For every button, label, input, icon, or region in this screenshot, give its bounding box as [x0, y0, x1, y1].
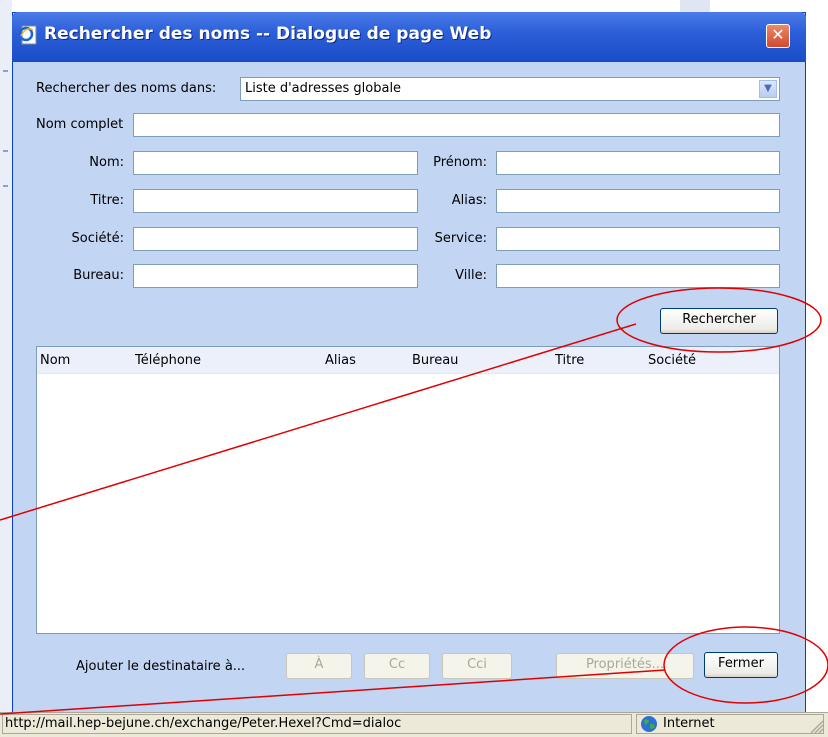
service-label: Service: — [434, 231, 487, 246]
status-url: http://mail.hep-bejune.ch/exchange/Peter… — [2, 714, 632, 734]
properties-button[interactable]: Propriétés... — [556, 653, 694, 679]
globe-icon — [641, 716, 657, 732]
close-button[interactable]: ✕ — [766, 24, 790, 48]
bcc-button[interactable]: Cci — [442, 653, 512, 679]
resize-grip-icon[interactable] — [806, 716, 824, 734]
search-scope-select[interactable]: Liste d'adresses globale ▼ — [240, 77, 780, 101]
fullname-label: Nom complet — [36, 117, 124, 132]
societe-label: Société: — [71, 231, 124, 246]
search-button[interactable]: Rechercher — [660, 308, 778, 334]
to-button[interactable]: À — [286, 653, 352, 679]
nom-input[interactable] — [133, 151, 418, 175]
status-zone-text: Internet — [663, 716, 715, 731]
societe-input[interactable] — [133, 227, 418, 251]
add-recipient-label: Ajouter le destinataire à... — [76, 659, 246, 674]
search-scope-label: Rechercher des noms dans: — [36, 81, 217, 96]
column-header-alias[interactable]: Alias — [325, 353, 356, 368]
ville-input[interactable] — [496, 264, 780, 288]
results-list[interactable] — [36, 346, 780, 634]
alias-input[interactable] — [496, 189, 780, 213]
column-header-societe[interactable]: Société — [648, 353, 696, 368]
fullname-input[interactable] — [133, 113, 780, 137]
ville-label: Ville: — [455, 268, 487, 283]
nom-label: Nom: — [89, 155, 124, 170]
service-input[interactable] — [496, 227, 780, 251]
bureau-label: Bureau: — [73, 268, 124, 283]
search-scope-value: Liste d'adresses globale — [245, 81, 402, 96]
column-header-nom[interactable]: Nom — [40, 353, 70, 368]
column-header-titre[interactable]: Titre — [555, 353, 584, 368]
window-title: Rechercher des noms -- Dialogue de page … — [44, 24, 492, 44]
alias-label: Alias: — [451, 193, 487, 208]
cc-button[interactable]: Cc — [364, 653, 430, 679]
titre-label: Titre: — [90, 193, 124, 208]
column-header-bureau[interactable]: Bureau — [412, 353, 458, 368]
ie-page-icon — [18, 25, 37, 45]
background-window-edge — [0, 0, 12, 736]
close-dialog-button[interactable]: Fermer — [704, 652, 778, 678]
background-window-strip — [680, 0, 710, 12]
prenom-input[interactable] — [496, 151, 780, 175]
prenom-label: Prénom: — [433, 155, 487, 170]
column-header-telephone[interactable]: Téléphone — [135, 353, 201, 368]
titre-input[interactable] — [133, 189, 418, 213]
bureau-input[interactable] — [133, 264, 418, 288]
chevron-down-icon[interactable]: ▼ — [759, 80, 777, 98]
